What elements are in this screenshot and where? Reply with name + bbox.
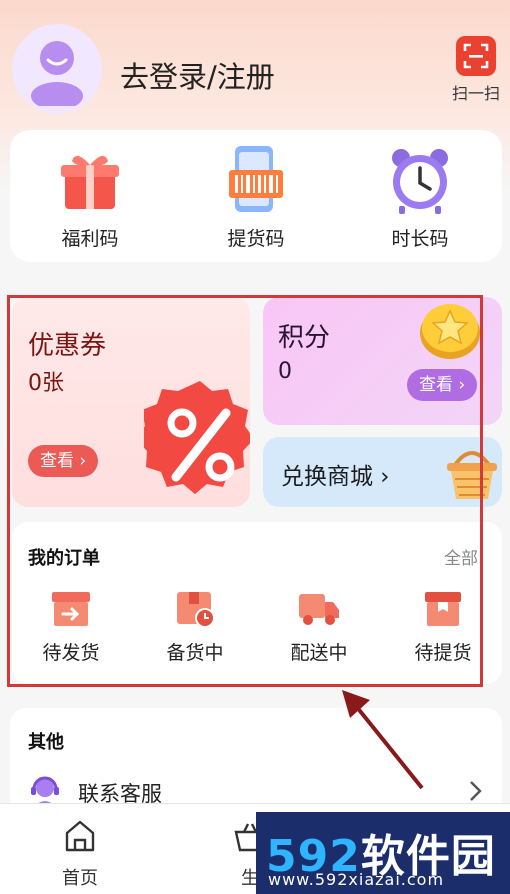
chevron-right-icon (470, 781, 482, 801)
order-status-label: 待提货 (414, 642, 472, 664)
quick-action-duration-code[interactable]: 时长码 (360, 144, 480, 251)
avatar[interactable] (12, 24, 102, 114)
alarm-clock-icon (384, 144, 456, 216)
order-status-label: 待发货 (42, 642, 100, 664)
other-title: 其他 (28, 732, 64, 753)
quick-action-label: 时长码 (391, 228, 449, 250)
watermark-url: www.592xiazai.com (268, 870, 445, 889)
scan-icon (456, 36, 496, 76)
home-icon (65, 820, 95, 852)
points-view-button[interactable]: 查看 › (407, 369, 478, 401)
shopping-basket-icon (447, 451, 497, 499)
gift-icon (54, 144, 126, 216)
box-arrow-icon (49, 586, 93, 630)
tab-home[interactable]: 首页 (40, 818, 120, 890)
scan-button[interactable]: 扫一扫 (446, 36, 506, 104)
order-status-preparing[interactable]: 备货中 (140, 586, 250, 665)
quick-action-label: 提货码 (227, 228, 285, 250)
points-title: 积分 (278, 323, 331, 353)
my-orders-card: 我的订单 全部 待发货 备货中 配送中 待提货 (12, 522, 502, 684)
quick-action-welfare-code[interactable]: 福利码 (30, 144, 150, 251)
box-clock-icon (173, 586, 217, 630)
truck-icon (297, 586, 341, 630)
coupon-card[interactable]: 优惠券 0张 查看 › (12, 297, 250, 507)
quick-action-label: 福利码 (61, 228, 119, 250)
orders-all-link[interactable]: 全部 (444, 544, 478, 569)
order-status-pending-shipment[interactable]: 待发货 (16, 586, 126, 665)
orders-title: 我的订单 (28, 548, 100, 569)
exchange-mall-card[interactable]: 兑换商城 › (263, 437, 502, 507)
percent-badge-icon (144, 381, 250, 494)
order-status-delivering[interactable]: 配送中 (264, 586, 374, 665)
user-avatar-icon (31, 41, 83, 106)
tab-label: 首页 (62, 868, 98, 889)
quick-actions-card: 福利码 提货码 时长码 (10, 130, 502, 262)
watermark: 592软件园 www.592xiazai.com (256, 812, 510, 894)
points-card[interactable]: 积分 0 查看 › (263, 297, 502, 425)
scan-label: 扫一扫 (451, 84, 500, 103)
arrow-annotation (342, 690, 424, 790)
order-status-label: 备货中 (166, 642, 224, 664)
login-register-link[interactable]: 去登录/注册 (120, 54, 275, 96)
coupon-count: 0张 (28, 371, 64, 396)
package-icon (421, 586, 465, 630)
quick-action-pickup-code[interactable]: 提货码 (196, 144, 316, 251)
barcode-phone-icon (220, 144, 292, 216)
order-status-awaiting-pickup[interactable]: 待提货 (388, 586, 498, 665)
order-status-label: 配送中 (290, 642, 348, 664)
coupon-title: 优惠券 (28, 331, 107, 361)
points-count: 0 (278, 359, 292, 384)
star-coin-icon (420, 304, 480, 359)
coupon-view-button[interactable]: 查看 › (28, 445, 99, 477)
exchange-mall-title: 兑换商城 › (281, 464, 390, 490)
